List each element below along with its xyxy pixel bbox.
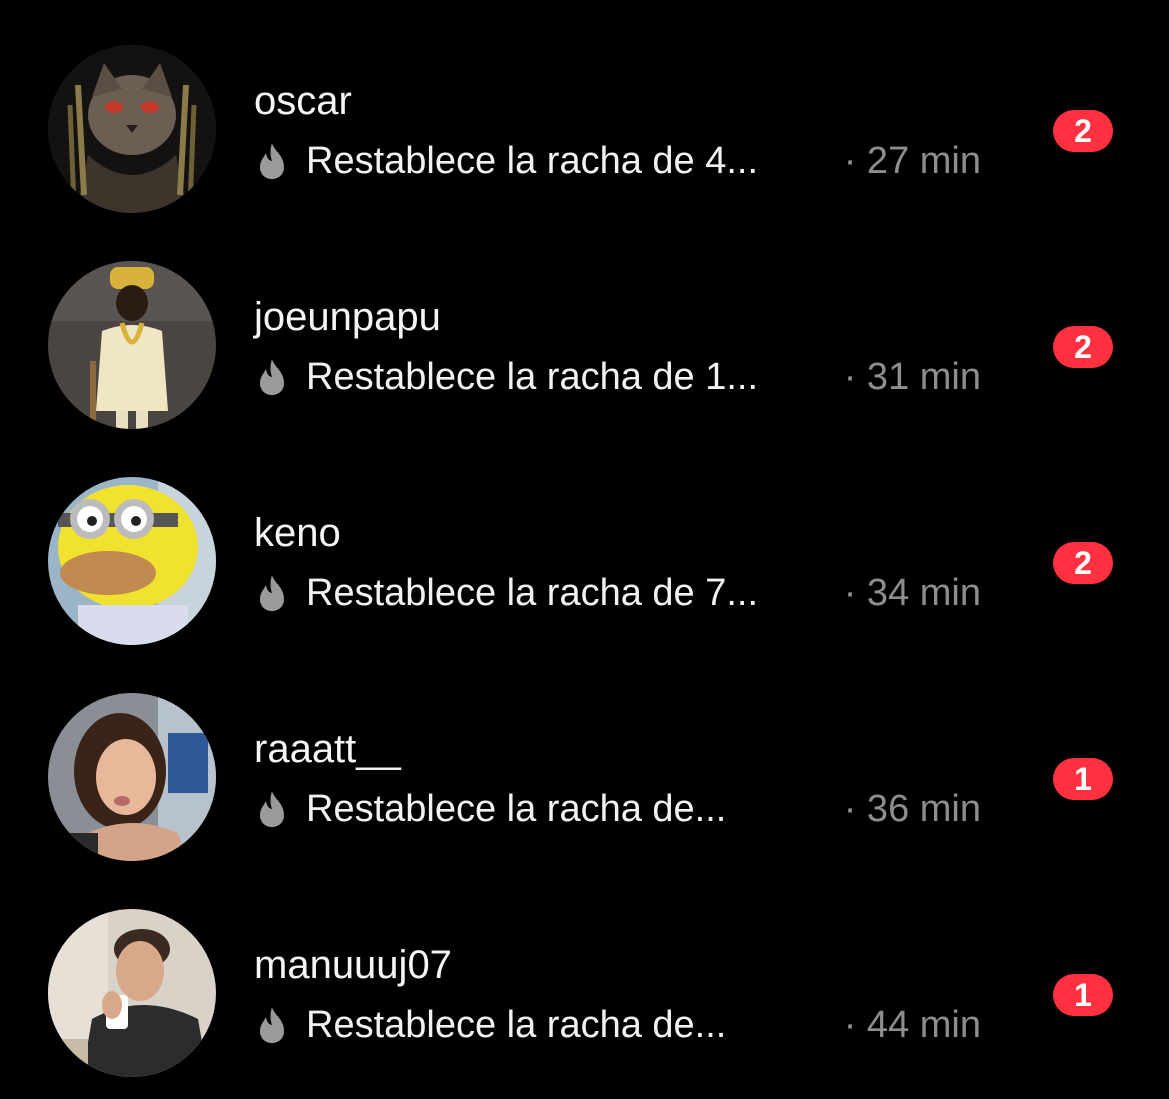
message-preview: Restablece la racha de 7... bbox=[254, 570, 758, 616]
unread-badge: 2 bbox=[1053, 110, 1113, 152]
username: oscar bbox=[254, 79, 352, 123]
chat-list: oscar Restablece la racha de 4... · 27 m… bbox=[0, 0, 1169, 1099]
timestamp: · 34 min bbox=[843, 572, 981, 614]
avatar[interactable] bbox=[48, 909, 216, 1077]
timestamp: · 27 min bbox=[843, 140, 981, 182]
flame-icon bbox=[254, 789, 290, 829]
message-preview: Restablece la racha de... bbox=[254, 786, 726, 832]
preview-text: Restablece la racha de 7... bbox=[306, 572, 759, 614]
preview-text: Restablece la racha de... bbox=[306, 788, 727, 830]
preview-text: Restablece la racha de 1... bbox=[306, 356, 759, 398]
username: keno bbox=[254, 511, 341, 555]
avatar[interactable] bbox=[48, 693, 216, 861]
username: raaatt__ bbox=[254, 727, 401, 771]
avatar[interactable] bbox=[48, 477, 216, 645]
username: joeunpapu bbox=[254, 295, 441, 339]
unread-badge: 2 bbox=[1053, 326, 1113, 368]
preview-text: Restablece la racha de 4... bbox=[306, 140, 759, 182]
unread-badge: 2 bbox=[1053, 542, 1113, 584]
avatar[interactable] bbox=[48, 261, 216, 429]
unread-badge: 1 bbox=[1053, 758, 1113, 800]
message-preview: Restablece la racha de 4... bbox=[254, 138, 758, 184]
chat-row-oscar[interactable]: oscar Restablece la racha de 4... · 27 m… bbox=[0, 0, 1169, 216]
preview-text: Restablece la racha de... bbox=[306, 1004, 727, 1046]
chat-row-manuuuj07[interactable]: manuuuj07 Restablece la racha de... · 44… bbox=[0, 864, 1169, 1080]
message-preview: Restablece la racha de... bbox=[254, 1002, 726, 1048]
chat-row-joeunpapu[interactable]: joeunpapu Restablece la racha de 1... · … bbox=[0, 216, 1169, 432]
chat-row-raaatt[interactable]: raaatt__ Restablece la racha de... · 36 … bbox=[0, 648, 1169, 864]
message-preview: Restablece la racha de 1... bbox=[254, 354, 758, 400]
username: manuuuj07 bbox=[254, 943, 452, 987]
timestamp: · 36 min bbox=[843, 788, 981, 830]
chat-row-keno[interactable]: keno Restablece la racha de 7... · 34 mi… bbox=[0, 432, 1169, 648]
timestamp: · 31 min bbox=[843, 356, 981, 398]
flame-icon bbox=[254, 1005, 290, 1045]
flame-icon bbox=[254, 141, 290, 181]
flame-icon bbox=[254, 357, 290, 397]
unread-badge: 1 bbox=[1053, 974, 1113, 1016]
flame-icon bbox=[254, 573, 290, 613]
avatar[interactable] bbox=[48, 45, 216, 213]
timestamp: · 44 min bbox=[843, 1004, 981, 1046]
